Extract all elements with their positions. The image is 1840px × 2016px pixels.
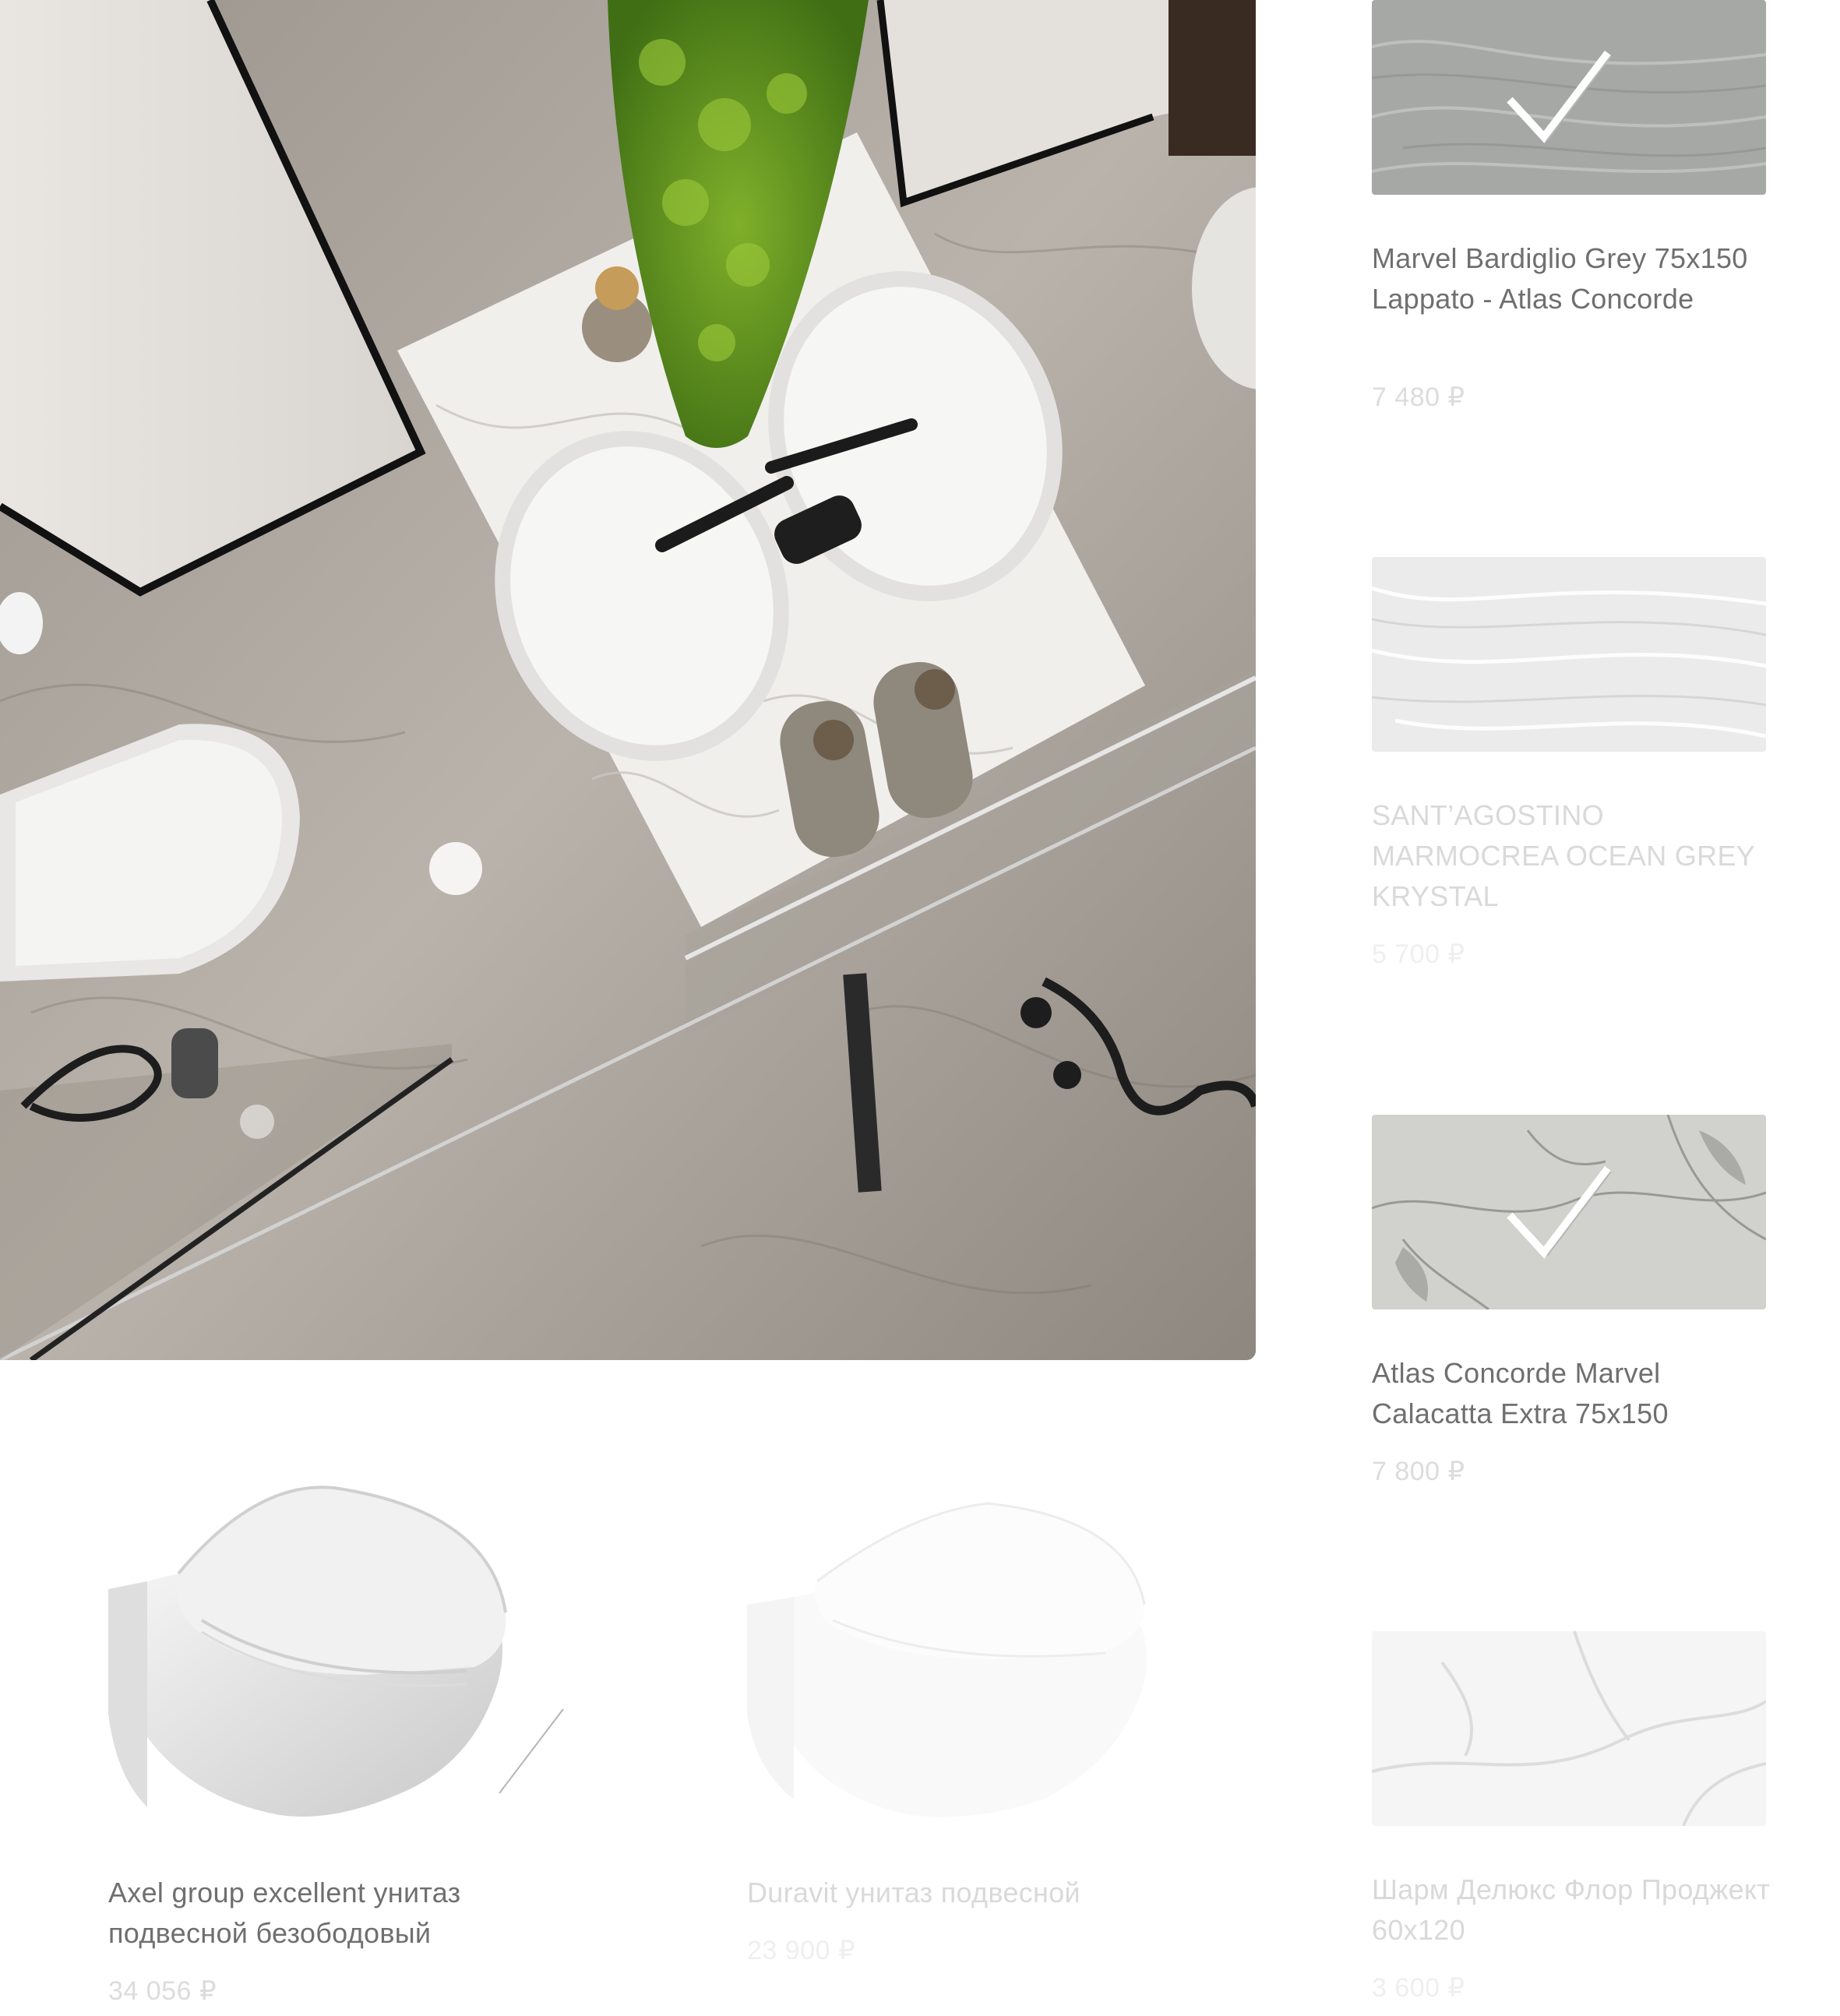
tile-price: 3 600 ₽ (1372, 1973, 1465, 2003)
selected-check-icon (1503, 45, 1613, 146)
toilet-price: 34 056 ₽ (108, 1976, 217, 2006)
product-card-toilet-1[interactable]: Axel group excellent унитаз подвесной бе… (108, 1480, 654, 2016)
tile-title[interactable]: SANT’AGOSTINO MARMOCREA OCEAN GREY KRYST… (1372, 795, 1777, 917)
toilet-title[interactable]: Duravit унитаз подвесной (747, 1873, 1230, 1913)
toilet-price: 23 900 ₽ (747, 1936, 856, 1965)
product-card-toilet-2[interactable]: Duravit унитаз подвесной 23 900 ₽ (747, 1480, 1292, 2016)
tile-price: 5 700 ₽ (1372, 939, 1465, 969)
tile-title[interactable]: Atlas Concorde Marvel Calacatta Extra 75… (1372, 1353, 1777, 1434)
toilet-title[interactable]: Axel group excellent унитаз подвесной бе… (108, 1873, 591, 1954)
tile-title[interactable]: Marvel Bardiglio Grey 75x150 Lappato - A… (1372, 238, 1777, 319)
tile-price: 7 480 ₽ (1372, 382, 1465, 412)
product-card-tile-4[interactable]: Шарм Делюкс Флор Проджект 60х120 3 600 ₽ (1372, 1631, 1777, 2016)
selected-check-icon (456, 1698, 565, 1799)
tile-title[interactable]: Шарм Делюкс Флор Проджект 60х120 (1372, 1870, 1777, 1951)
toilet-product-image[interactable] (739, 1488, 1176, 1831)
tile-price: 7 800 ₽ (1372, 1457, 1465, 1486)
selected-check-icon (1503, 1161, 1613, 1262)
product-card-tile-2[interactable]: SANT’AGOSTINO MARMOCREA OCEAN GREY KRYST… (1372, 557, 1777, 993)
hero-bathroom-image (0, 0, 1256, 1360)
tile-swatch-image[interactable] (1372, 557, 1766, 752)
tile-swatch-image[interactable] (1372, 1631, 1766, 1826)
